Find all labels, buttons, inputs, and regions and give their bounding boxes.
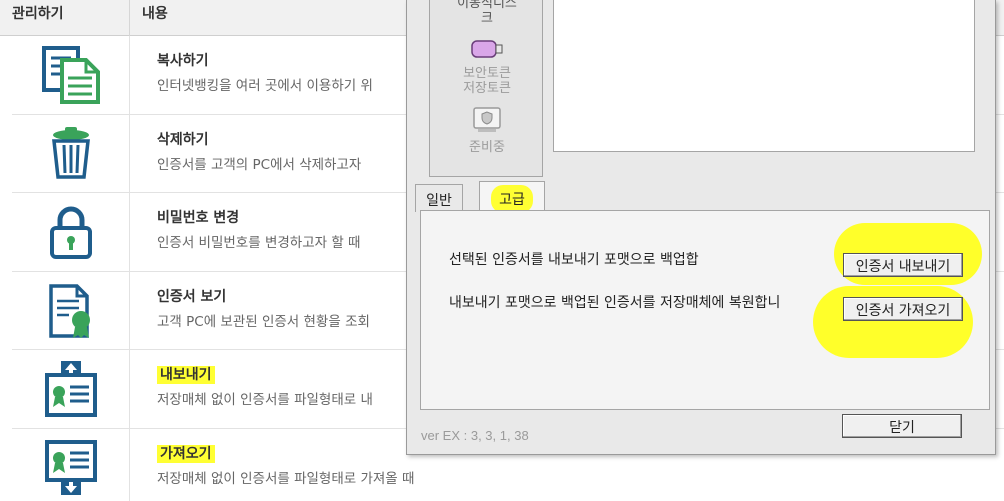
certificate-list[interactable] — [553, 0, 975, 152]
media-item-removable-disk[interactable]: 이동식디스 크 — [430, 0, 544, 26]
copy-document-icon[interactable] — [40, 44, 102, 106]
import-description: 내보내기 포맷으로 백업된 인증서를 저장매체에 복원합니 — [449, 295, 781, 311]
media-item-preparing[interactable]: 준비중 — [430, 106, 544, 155]
padlock-icon[interactable] — [49, 205, 93, 259]
media-item-security-token[interactable]: 보안토큰 저장토큰 — [430, 38, 544, 96]
close-button[interactable]: 닫기 — [842, 414, 962, 438]
row-desc-export: 저장매체 없이 인증서를 파일형태로 내 — [157, 392, 373, 409]
trash-bin-icon[interactable] — [49, 127, 93, 180]
row-desc-password: 인증서 비밀번호를 변경하고자 할 때 — [157, 235, 361, 252]
row-desc-copy: 인터넷뱅킹을 여러 곳에서 이용하기 위 — [157, 78, 373, 94]
usb-token-icon — [471, 40, 503, 58]
row-desc-view: 고객 PC에 보관된 인증서 현황을 조회 — [157, 313, 370, 330]
advanced-tab-panel: 선택된 인증서를 내보내기 포맷으로 백업합 내보내기 포맷으로 백업된 인증서… — [420, 210, 990, 410]
row-title-view: 인증서 보기 — [157, 288, 227, 305]
tab-advanced[interactable]: 고급 — [479, 181, 545, 213]
row-desc-import: 저장매체 없이 인증서를 파일형태로 가져올 때 — [157, 470, 415, 487]
certificate-import-icon[interactable] — [44, 439, 97, 496]
version-label: ver EX : 3, 3, 1, 38 — [421, 428, 529, 443]
storage-media-list: 이동식디스 크 보안토큰 저장토큰 준비중 — [429, 0, 543, 177]
row-title-copy: 복사하기 — [157, 53, 209, 69]
header-manage: 관리하기 — [0, 0, 130, 36]
tab-general[interactable]: 일반 — [415, 184, 463, 212]
row-title-delete: 삭제하기 — [157, 131, 209, 148]
row-title-export: 내보내기 — [157, 364, 215, 385]
export-certificate-button[interactable]: 인증서 내보내기 — [843, 253, 963, 277]
export-description: 선택된 인증서를 내보내기 포맷으로 백업합 — [449, 252, 699, 268]
certificate-view-icon[interactable] — [47, 283, 95, 339]
certificate-export-icon[interactable] — [44, 361, 97, 418]
import-certificate-button[interactable]: 인증서 가져오기 — [843, 297, 963, 321]
row-title-import: 가져오기 — [157, 443, 215, 463]
header-content: 내용 — [142, 6, 168, 22]
row-desc-delete: 인증서를 고객의 PC에서 삭제하고자 — [157, 156, 362, 173]
row-title-password: 비밀번호 변경 — [157, 210, 240, 227]
hsm-device-icon — [473, 107, 501, 132]
certificate-manager-dialog: 이동식디스 크 보안토큰 저장토큰 준비중 일반 고급 선택된 인증서를 내보내… — [406, 0, 996, 455]
